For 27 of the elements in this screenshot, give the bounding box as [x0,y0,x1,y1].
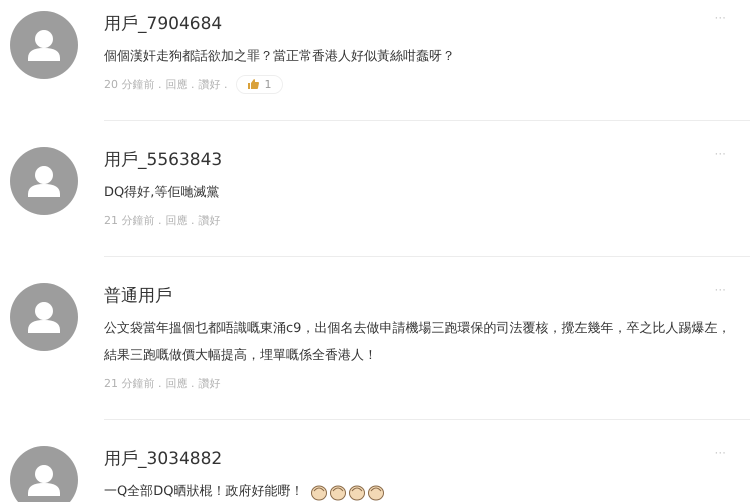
comment-text: 公文袋當年搵個乜都唔識嘅東涌c9，出個名去做申請機場三跑環保的司法覆核，攪左幾年，卒之比人踢爆左，結果三跑嘅做價大幅提高，埋單嘅係全香港人！ [104,320,732,365]
reply-link[interactable]: 回應 . [166,212,194,228]
comment-text: 個個漢奸走狗都話欲加之罪？當正常香港人好似黃絲咁蠢呀？ [104,48,455,66]
user-name: 用戶_3034882 [104,448,222,471]
avatar-icon [10,446,78,502]
user-name: 用戶_7904684 [104,13,222,36]
comment-text: DQ得好,等佢哋滅黨 [104,184,220,202]
like-link[interactable]: 讚好 [198,212,220,228]
thumbs-up-icon [246,78,258,90]
like-link[interactable]: 讚好 [198,376,220,390]
more-menu[interactable]: ··· [714,446,726,460]
more-menu[interactable]: ··· [714,11,726,25]
reply-link[interactable]: 回應 . [166,76,194,92]
timestamp: 21 分鐘前 . [104,376,162,390]
reply-link[interactable]: 回應 . [166,376,194,390]
avatar-icon [10,11,78,79]
avatar-icon [10,283,78,351]
comment-text: 一Q全部DQ晒狀棍！政府好能嘢！ [104,483,304,501]
user-name: 普通用戶 [104,285,172,308]
timestamp: 20 分鐘前 . [104,76,162,92]
more-menu[interactable]: ··· [714,147,726,161]
like-count-button[interactable]: 1 [236,74,282,94]
more-menu[interactable]: ··· [714,283,726,297]
user-name: 用戶_5563843 [104,149,222,172]
like-link[interactable]: 讚好 . [198,76,228,92]
timestamp: 21 分鐘前 . [104,212,162,228]
avatar-icon [10,147,78,215]
